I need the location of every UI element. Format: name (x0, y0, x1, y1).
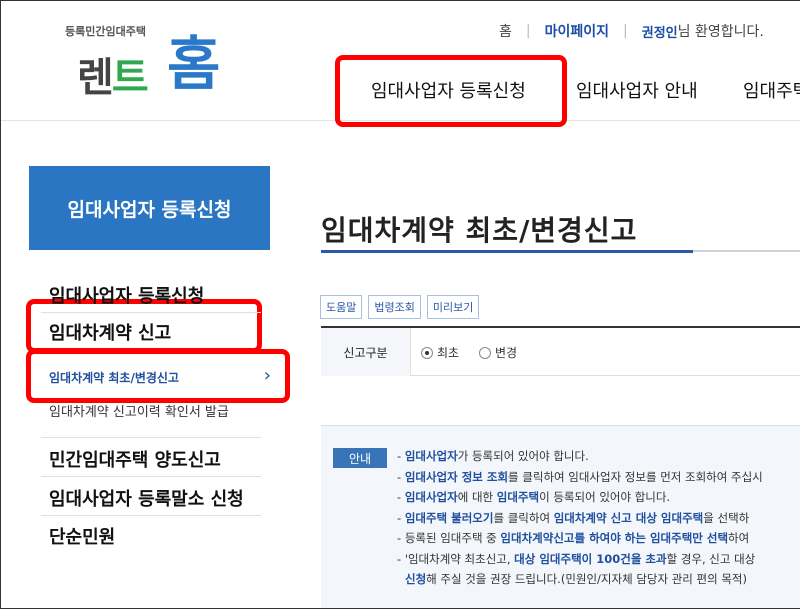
guide-line: - 임대사업자 정보 조회를 클릭하여 임대사업자 정보를 먼저 조회하여 주십… (397, 469, 763, 484)
rent-home-logo[interactable]: 등록민간임대주택 렌트 홈 (65, 15, 225, 105)
guide-line: - '임대차계약 최초신고, 대상 임대주택이 100건을 초과할 경우, 신고… (397, 551, 756, 566)
guide-line: - 등록된 임대주택 중 임대차계약신고를 하여야 하는 임대주택만 선택하여 (397, 531, 750, 545)
radio-unchecked-icon (479, 346, 491, 359)
welcome-text: 님 환영합니다. (677, 24, 764, 40)
radio-checked-icon (421, 346, 433, 359)
law-lookup-button[interactable]: 법령조회 (368, 295, 421, 319)
radio-initial-label: 최초 (437, 346, 460, 360)
guide-list: - 임대사업자가 등록되어 있어야 합니다. - 임대사업자 정보 조회를 클릭… (397, 446, 763, 590)
report-type-form: 신고구분 최초 변경 (321, 326, 800, 376)
sidebar-divider (41, 515, 261, 516)
sidebar-subitem-initial-change-report[interactable]: 임대차계약 최초/변경신고 › (49, 365, 271, 386)
nav-item-rental-guide[interactable]: 임대사업자 안내 (576, 77, 743, 103)
sidebar-subitem-label: 임대차계약 최초/변경신고 (49, 371, 180, 385)
sidebar-subitem-report-history-certificate[interactable]: 임대차계약 신고이력 확인서 발급 (49, 401, 229, 420)
sidebar-divider (41, 476, 261, 477)
preview-button[interactable]: 미리보기 (426, 295, 480, 319)
sidebar-item-contract-report[interactable]: 임대차계약 신고 (49, 319, 261, 345)
home-link[interactable]: 홈 (499, 21, 512, 41)
title-underline-accent (321, 250, 693, 253)
help-button[interactable]: 도움말 (320, 295, 363, 319)
nav-item-rental-housing[interactable]: 임대주택 (743, 77, 800, 103)
sidebar-item-deregistration[interactable]: 임대사업자 등록말소 신청 (49, 485, 261, 511)
logo-home-text: 홈 (167, 30, 220, 98)
guide-line: - 임대사업자에 대한 임대주택이 등록되어 있어야 합니다. (397, 490, 671, 504)
guide-box: 안내 - 임대사업자가 등록되어 있어야 합니다. - 임대사업자 정보 조회를… (321, 425, 800, 608)
radio-change[interactable]: 변경 (479, 344, 517, 361)
tool-buttons: 도움말 법령조회 미리보기 (320, 295, 480, 319)
sidebar-title: 임대사업자 등록신청 (29, 166, 270, 250)
utility-nav: 홈 | 마이페이지 | 권정인 님 환영합니다. (499, 21, 764, 41)
util-divider: | (623, 23, 628, 39)
radio-initial[interactable]: 최초 (421, 344, 459, 361)
guide-line: - 임대사업자가 등록되어 있어야 합니다. (397, 449, 589, 463)
sidebar-item-transfer-report[interactable]: 민간임대주택 양도신고 (49, 446, 261, 472)
logo-subtitle: 등록민간임대주택 (65, 25, 146, 38)
guide-line: - 임대주택 불러오기를 클릭하여 임대차계약 신고 대상 임대주택을 선택하 (397, 510, 750, 525)
chevron-right-icon: › (263, 365, 271, 386)
sidebar-item-rental-registration[interactable]: 임대사업자 등록신청 (49, 282, 261, 308)
user-name: 권정인 (641, 25, 678, 41)
guide-badge: 안내 (333, 448, 387, 468)
logo-rent-text: 렌트 (77, 55, 149, 101)
util-divider: | (525, 23, 531, 39)
page-frame: 등록민간임대주택 렌트 홈 홈 | 마이페이지 | 권정인 님 환영합니다. 임대… (0, 0, 800, 609)
sidebar-item-simple-petition[interactable]: 단순민원 (49, 523, 261, 549)
page-title: 임대차계약 최초/변경신고 (321, 214, 638, 247)
sidebar-divider (41, 437, 261, 438)
sidebar-divider (41, 312, 261, 313)
mypage-link[interactable]: 마이페이지 (545, 21, 609, 41)
report-type-label: 신고구분 (321, 328, 411, 376)
radio-change-label: 변경 (495, 346, 518, 360)
guide-line: 신청해 주실 것을 권장 드립니다.(민원인/지자체 담당자 관리 편의 목적) (405, 572, 747, 586)
highlight-box-gnb (335, 55, 567, 127)
